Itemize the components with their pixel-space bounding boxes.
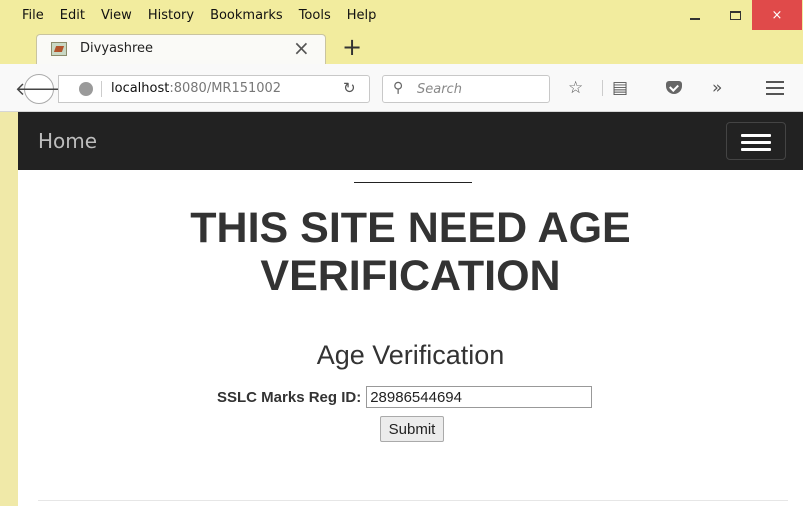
submit-button[interactable]: Submit <box>380 416 444 442</box>
menu-tools[interactable]: Tools <box>299 8 331 23</box>
reg-id-label: SSLC Marks Reg ID: <box>217 388 362 406</box>
search-placeholder: Search <box>417 82 462 97</box>
page-content: Home THIS SITE NEED AGE VERIFICATION Age… <box>18 112 803 506</box>
url-separator <box>101 81 102 97</box>
bottom-divider <box>38 500 788 501</box>
pocket-icon[interactable] <box>666 81 682 94</box>
close-icon: × <box>771 7 783 23</box>
menu-list: File Edit View History Bookmarks Tools H… <box>22 8 392 23</box>
maximize-icon <box>729 10 741 20</box>
navigation-toolbar: 🡐 localhost:8080/MR151002 ↻ ⚲ Search ☆ ▤… <box>0 64 803 112</box>
tab-bar: Divyashree × + <box>0 30 803 64</box>
search-bar[interactable]: ⚲ Search <box>382 75 550 103</box>
title-line-2: VERIFICATION <box>260 252 561 300</box>
url-path: :8080/MR151002 <box>169 81 282 96</box>
nav-toggle-button[interactable] <box>726 122 786 160</box>
section-subtitle: Age Verification <box>316 340 505 370</box>
home-link[interactable]: Home <box>38 129 97 153</box>
search-icon: ⚲ <box>393 80 404 96</box>
back-arrow-icon: 🡐 <box>14 78 64 100</box>
page-title: THIS SITE NEED AGE VERIFICATION <box>18 204 803 300</box>
overflow-icon[interactable]: » <box>712 78 722 98</box>
menu-file[interactable]: File <box>22 8 44 23</box>
menu-help[interactable]: Help <box>347 8 377 23</box>
menu-edit[interactable]: Edit <box>60 8 85 23</box>
url-text[interactable]: localhost:8080/MR151002 <box>111 81 281 96</box>
title-line-1: THIS SITE NEED AGE <box>190 204 631 252</box>
tab-close-icon[interactable]: × <box>293 37 310 59</box>
maximize-button[interactable] <box>718 0 752 30</box>
reading-list-icon[interactable]: ▤ <box>612 78 628 98</box>
menu-view[interactable]: View <box>101 8 132 23</box>
back-button[interactable]: 🡐 <box>15 74 63 104</box>
site-navbar: Home <box>18 112 803 170</box>
site-favicon-icon <box>51 42 67 56</box>
tab-divyashree[interactable]: Divyashree × <box>36 34 326 64</box>
menu-history[interactable]: History <box>148 8 194 23</box>
menu-bookmarks[interactable]: Bookmarks <box>210 8 283 23</box>
minimize-icon <box>690 18 700 20</box>
menu-bar: File Edit View History Bookmarks Tools H… <box>0 0 803 30</box>
new-tab-button[interactable]: + <box>342 30 362 64</box>
close-window-button[interactable]: × <box>752 0 802 30</box>
tab-title: Divyashree <box>80 41 154 56</box>
hamburger-menu-icon[interactable] <box>766 81 784 99</box>
url-host: localhost <box>111 81 170 96</box>
star-icon[interactable]: ☆ <box>568 78 583 98</box>
toolbar-separator <box>602 80 603 96</box>
reg-id-form-row: SSLC Marks Reg ID: <box>217 385 593 409</box>
url-bar[interactable]: localhost:8080/MR151002 ↻ <box>58 75 370 103</box>
minimize-button[interactable] <box>680 0 710 30</box>
reload-icon[interactable]: ↻ <box>343 79 356 97</box>
globe-icon <box>79 82 93 96</box>
reg-id-input[interactable] <box>366 386 593 408</box>
top-divider <box>354 182 472 183</box>
